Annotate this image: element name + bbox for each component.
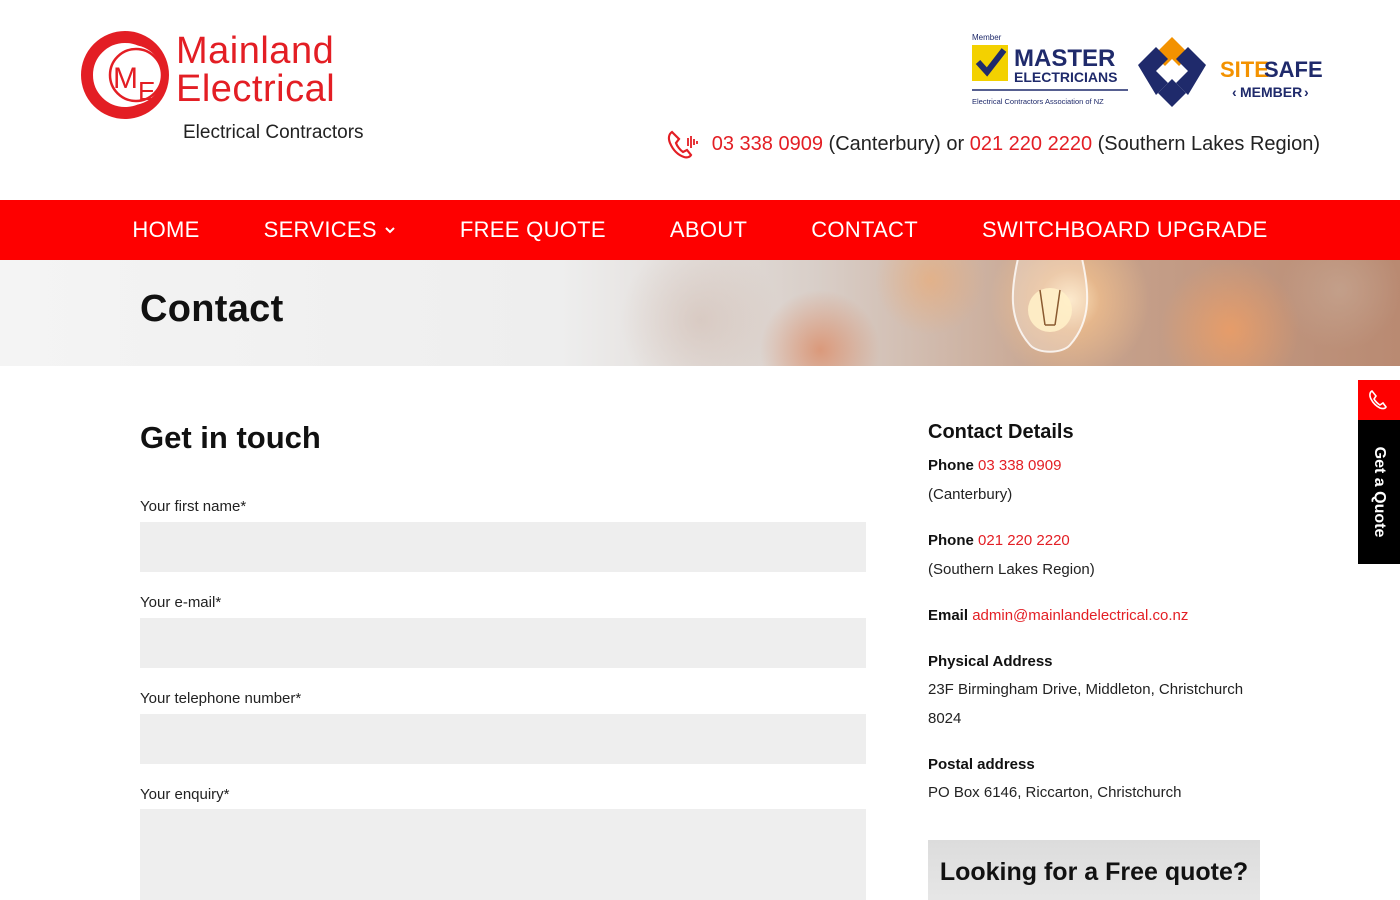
nav-label-switchboard-upgrade: SWITCHBOARD UPGRADE xyxy=(981,217,1268,242)
physical-address-line1: 23F Birmingham Drive, Middleton, Christc… xyxy=(928,681,1244,698)
form-heading: Get in touch xyxy=(140,420,321,455)
svg-text:E: E xyxy=(138,76,155,106)
first-name-label: Your first name* xyxy=(140,498,247,515)
sitesafe-badge[interactable]: SITE SAFE ‹ MEMBER › xyxy=(1136,33,1322,109)
chevron-down-icon xyxy=(385,227,395,234)
postal-address-block: Postal address PO Box 6146, Riccarton, C… xyxy=(928,754,1181,804)
header-phone-1[interactable]: 03 338 0909 xyxy=(712,133,823,156)
enquiry-label: Your enquiry* xyxy=(140,786,230,803)
physical-address-block: Physical Address 23F Birmingham Drive, M… xyxy=(928,651,1243,730)
svg-text:›: › xyxy=(1304,84,1309,100)
mec-line1: MASTER xyxy=(1014,45,1115,72)
svg-text:‹: ‹ xyxy=(1232,84,1237,100)
nav-label-contact: CONTACT xyxy=(811,217,918,242)
telephone-label: Your telephone number* xyxy=(140,690,302,707)
master-electricians-badge[interactable]: Member MASTER ELECTRICIANS Electrical Co… xyxy=(970,32,1130,110)
sitesafe-member: MEMBER xyxy=(1240,84,1302,100)
nav-label-about: ABOUT xyxy=(669,217,748,242)
free-quote-box[interactable]: Looking for a Free quote? xyxy=(928,840,1260,900)
site-logo[interactable]: M E Mainland Electrical Electrical Contr… xyxy=(80,28,370,153)
enquiry-field[interactable] xyxy=(140,809,866,900)
logo-tagline: Electrical Contractors xyxy=(183,122,364,143)
svg-text:M: M xyxy=(113,62,138,95)
header-phone-line: 03 338 0909 (Canterbury) or 021 220 2220… xyxy=(666,128,1320,160)
light-bulb-image xyxy=(1011,260,1089,353)
sitesafe-text-b: SAFE xyxy=(1264,57,1322,82)
physical-address-line2: 8024 xyxy=(928,710,962,727)
contact-email-link[interactable]: admin@mainlandelectrical.co.nz xyxy=(972,607,1188,624)
contact-phone-1-label: Phone xyxy=(928,457,974,474)
physical-address-label: Physical Address xyxy=(928,653,1053,670)
sitesafe-text-a: SITE xyxy=(1220,57,1269,82)
header-phone-2-region: (Southern Lakes Region) xyxy=(1097,132,1320,155)
nav-item-switchboard-upgrade[interactable]: SWITCHBOARD UPGRADE xyxy=(950,200,1300,260)
contact-email-block: Email admin@mainlandelectrical.co.nz xyxy=(928,605,1188,627)
email-field[interactable] xyxy=(140,618,866,668)
contact-phone-2-region: (Southern Lakes Region) xyxy=(928,561,1095,578)
nav-item-services[interactable]: SERVICES xyxy=(232,200,428,260)
email-label: Your e-mail* xyxy=(140,594,222,611)
phone-ringing-icon xyxy=(667,130,698,159)
nav-item-free-quote[interactable]: FREE QUOTE xyxy=(428,200,638,260)
contact-email-label: Email xyxy=(928,607,969,624)
page-title: Contact xyxy=(140,288,284,330)
contact-phone-2-label: Phone xyxy=(928,532,974,549)
header-phone-2[interactable]: 021 220 2220 xyxy=(970,133,1092,156)
logo-name-line2: Electrical xyxy=(176,68,336,110)
page-hero: Contact xyxy=(0,260,1400,366)
nav-item-home[interactable]: HOME xyxy=(100,200,231,260)
nav-label-free-quote: FREE QUOTE xyxy=(459,217,606,242)
mec-line2: ELECTRICIANS xyxy=(1014,69,1117,85)
logo-mark-icon: M E xyxy=(81,31,169,119)
nav-item-contact[interactable]: CONTACT xyxy=(779,200,950,260)
side-phone-button[interactable] xyxy=(1358,380,1400,420)
contact-phone-2-link[interactable]: 021 220 2220 xyxy=(978,532,1070,549)
nav-label-services: SERVICES xyxy=(263,217,377,242)
contact-phone-2-block: Phone 021 220 2220 (Southern Lakes Regio… xyxy=(928,530,1095,581)
site-header: M E Mainland Electrical Electrical Contr… xyxy=(0,0,1400,200)
contact-phone-1-block: Phone 03 338 0909 (Canterbury) xyxy=(928,455,1061,506)
nav-item-about[interactable]: ABOUT xyxy=(638,200,779,260)
logo-name: Mainland Electrical xyxy=(176,32,335,108)
contact-details-title: Contact Details xyxy=(928,421,1074,443)
telephone-field[interactable] xyxy=(140,714,866,764)
main-nav: HOME SERVICES FREE QUOTE ABOUT CONTACT S… xyxy=(0,200,1400,260)
header-phone-1-region: (Canterbury) xyxy=(828,132,941,155)
postal-address-label: Postal address xyxy=(928,756,1035,773)
postal-address-line: PO Box 6146, Riccarton, Christchurch xyxy=(928,784,1182,801)
contact-phone-1-region: (Canterbury) xyxy=(928,486,1013,503)
logo-name-line1: Mainland xyxy=(176,30,335,72)
phone-icon xyxy=(1369,389,1387,410)
get-a-quote-tab[interactable]: Get a Quote xyxy=(1358,420,1400,564)
header-phone-joiner: or xyxy=(946,132,965,155)
free-quote-box-title: Looking for a Free quote? xyxy=(939,858,1249,886)
mec-member-text: Member xyxy=(972,33,1002,42)
mec-sub: Electrical Contractors Association of NZ xyxy=(972,97,1104,106)
contact-phone-1-link[interactable]: 03 338 0909 xyxy=(978,457,1061,474)
first-name-field[interactable] xyxy=(140,522,866,572)
nav-label-home: HOME xyxy=(132,217,200,242)
get-a-quote-label: Get a Quote xyxy=(1371,446,1388,538)
